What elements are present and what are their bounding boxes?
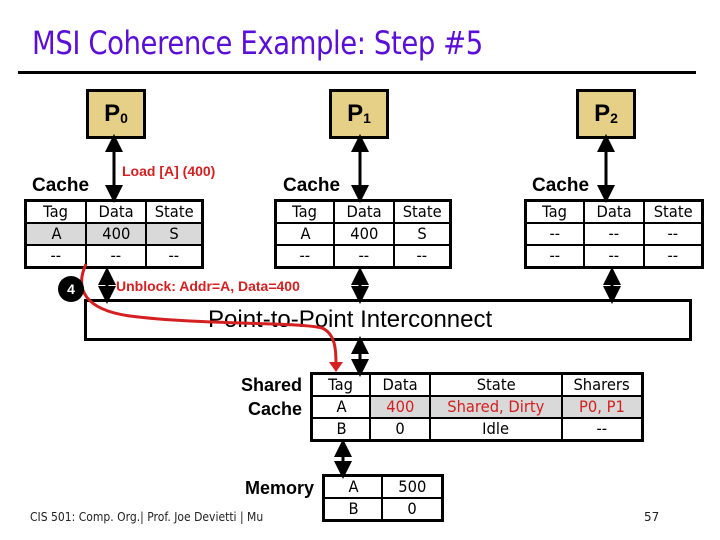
cell-state: -- <box>393 244 452 269</box>
memory-table: A 500 B 0 <box>322 474 444 522</box>
cell-state: S <box>145 222 204 246</box>
cell-tag: B <box>322 497 383 522</box>
header-cell: Data <box>85 199 147 224</box>
shared-cache-label-line1: Shared <box>240 375 302 395</box>
header-cell: State <box>145 199 204 224</box>
cell-state: Shared, Dirty <box>429 395 563 419</box>
cell-state: -- <box>145 244 204 269</box>
header-cell: Sharers <box>561 372 644 397</box>
table-row: A 400 S <box>274 222 452 246</box>
cell-data: 400 <box>85 222 147 246</box>
cell-data: -- <box>85 244 147 269</box>
table-header-row: Tag Data State <box>24 199 204 224</box>
table-header-row: Tag Data State <box>524 199 704 224</box>
processor-p1-label: P <box>347 100 364 127</box>
header-cell: State <box>393 199 452 224</box>
header-cell: Data <box>369 372 431 397</box>
cell-data: -- <box>583 244 645 269</box>
cell-data: 500 <box>381 474 444 499</box>
processor-p0: P0 <box>86 89 146 139</box>
cell-tag: A <box>274 222 335 246</box>
cell-state: -- <box>643 244 704 269</box>
cache-p2-table: Tag Data State -- -- -- -- -- -- <box>524 199 704 269</box>
shared-cache-label-line2: Cache <box>247 399 302 419</box>
slide-footer: CIS 501: Comp. Org.| Prof. Joe Devietti … <box>30 510 264 524</box>
interconnect-label: Point-to-Point Interconnect <box>208 306 493 333</box>
cell-tag: -- <box>274 244 335 269</box>
cell-data: -- <box>333 244 395 269</box>
load-request-label: Load [A] (400) <box>122 163 216 179</box>
processor-p0-subscript: 0 <box>120 110 128 126</box>
step-number-badge: 4 <box>58 276 84 302</box>
cell-tag: -- <box>524 222 585 246</box>
shared-cache-label: Shared Cache <box>222 373 302 421</box>
cell-sharers: P0, P1 <box>561 395 644 419</box>
processor-p2-subscript: 2 <box>610 110 618 126</box>
cell-state: Idle <box>429 417 563 442</box>
cell-data: 400 <box>369 395 431 419</box>
header-cell: Tag <box>24 199 87 224</box>
table-row: A 500 <box>322 474 444 499</box>
cell-sharers: -- <box>561 417 644 442</box>
header-cell: Data <box>333 199 395 224</box>
cache-p0-label: Cache <box>32 175 90 196</box>
cell-data: 0 <box>369 417 431 442</box>
shared-cache-table: Tag Data State Sharers A 400 Shared, Dir… <box>310 372 644 442</box>
table-row: -- -- -- <box>524 244 704 269</box>
header-cell: Tag <box>274 199 335 224</box>
cell-tag: A <box>322 474 383 499</box>
memory-label: Memory <box>244 478 314 498</box>
table-row: -- -- -- <box>24 244 204 269</box>
cell-tag: -- <box>24 244 87 269</box>
table-row: -- -- -- <box>274 244 452 269</box>
cell-data: 0 <box>381 497 444 522</box>
table-header-row: Tag Data State Sharers <box>310 372 644 397</box>
processor-p2-label: P <box>594 100 611 127</box>
processor-p2: P2 <box>576 89 636 139</box>
processor-p1-subscript: 1 <box>363 110 371 126</box>
header-cell: Tag <box>310 372 371 397</box>
unblock-message-label: Unblock: Addr=A, Data=400 <box>116 278 300 294</box>
table-row: A 400 S <box>24 222 204 246</box>
table-row: A 400 Shared, Dirty P0, P1 <box>310 395 644 419</box>
cache-p1-label: Cache <box>283 175 341 196</box>
table-row: -- -- -- <box>524 222 704 246</box>
header-cell: Data <box>583 199 645 224</box>
cache-p1-table: Tag Data State A 400 S -- -- -- <box>274 199 452 269</box>
page-number: 57 <box>644 510 660 524</box>
slide-title: MSI Coherence Example: Step #5 <box>32 24 483 62</box>
cell-state: S <box>393 222 452 246</box>
cell-data: 400 <box>333 222 395 246</box>
header-cell: State <box>429 372 563 397</box>
connector-overlay <box>80 134 621 479</box>
cell-state: -- <box>643 222 704 246</box>
cell-tag: -- <box>524 244 585 269</box>
cache-p2-label: Cache <box>532 175 590 196</box>
processor-p1: P1 <box>329 89 389 139</box>
processor-p0-label: P <box>104 100 121 127</box>
table-row: B 0 <box>322 497 444 522</box>
cell-tag: B <box>310 417 371 442</box>
table-header-row: Tag Data State <box>274 199 452 224</box>
title-divider <box>18 71 696 74</box>
cell-tag: A <box>24 222 87 246</box>
header-cell: Tag <box>524 199 585 224</box>
header-cell: State <box>643 199 704 224</box>
cell-data: -- <box>583 222 645 246</box>
cache-p0-table: Tag Data State A 400 S -- -- -- <box>24 199 204 269</box>
table-row: B 0 Idle -- <box>310 417 644 442</box>
unblock-flow-arrowhead <box>329 362 343 372</box>
cell-tag: A <box>310 395 371 419</box>
